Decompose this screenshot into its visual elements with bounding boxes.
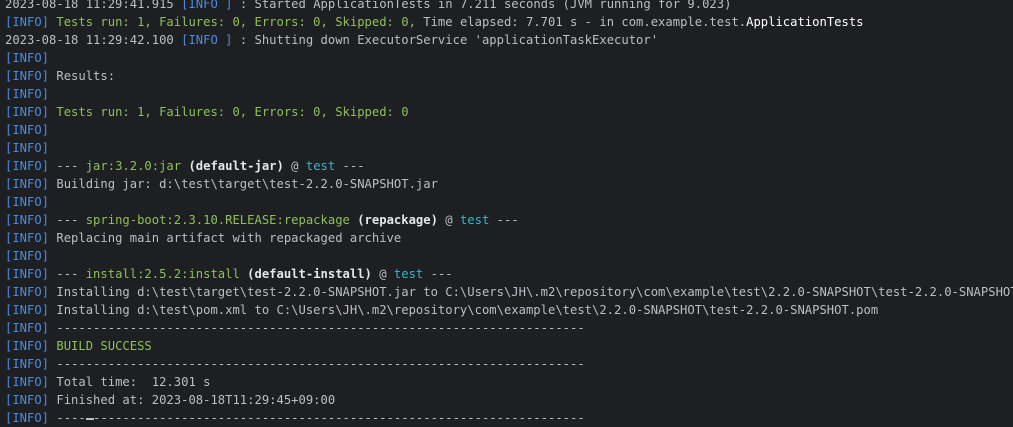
log-text: (default-install) [247,267,372,281]
log-text: --- [489,213,519,227]
log-text: 2023-08-18 11:29:42.100 [5,33,182,47]
terminal-output[interactable]: 2023-08-18 11:29:41.915 [INFO ] : Starte… [0,0,1013,427]
log-text: : Shutting down ExecutorService 'applica… [232,33,659,47]
log-text: BUILD SUCCESS [56,339,152,353]
log-level-tag: [INFO] [5,51,50,65]
log-text: Replacing main artifact with repackaged … [49,231,402,245]
log-text: ApplicationTests [746,15,864,29]
log-text: (default-jar) [188,159,284,173]
log-level-tag: [INFO] [5,141,50,155]
terminal-line: 2023-08-18 11:29:42.100 [INFO ] : Shutti… [0,31,1013,49]
log-text: ----------------------------------------… [49,411,585,425]
log-text: ----------------------------------------… [49,321,585,335]
log-level-tag: [INFO] [5,105,50,119]
log-text: (repackage) [357,213,438,227]
log-level-tag: [INFO ] [181,33,233,47]
log-level-tag: [INFO] [5,213,50,227]
log-text: --- [49,213,86,227]
log-text: test [305,159,336,173]
log-level-tag: [INFO] [5,267,50,281]
log-text: Installing d:\test\pom.xml to C:\Users\J… [49,303,879,317]
log-level-tag: [INFO] [5,411,50,425]
log-text: @ [283,159,306,173]
log-text: Tests run: 1, Failures: 0, Errors: 0, Sk… [56,15,416,29]
log-level-tag: [INFO] [5,87,50,101]
log-level-tag: [INFO] [5,285,50,299]
log-text: : Started ApplicationTests in 7.211 seco… [232,0,732,11]
terminal-line: [INFO] [0,85,1013,103]
log-level-tag: [INFO] [5,393,50,407]
log-level-tag: [INFO] [5,231,50,245]
terminal-line: [INFO] Replacing main artifact with repa… [0,229,1013,247]
terminal-line: 2023-08-18 11:29:41.915 [INFO ] : Starte… [0,0,1013,13]
log-text: Tests run: 1, Failures: 0, Errors: 0, Sk… [56,105,409,119]
log-text: ----------------------------------------… [49,357,585,371]
terminal-line: [INFO] [0,247,1013,265]
terminal-line: [INFO] ---------------------------------… [0,319,1013,337]
terminal-line: [INFO] ---------------------------------… [0,409,1013,427]
log-text: Installing d:\test\target\test-2.2.0-SNA… [49,285,1013,299]
log-text: 2023-08-18 11:29:41.915 [5,0,182,11]
log-text: @ [371,267,394,281]
terminal-line: [INFO] [0,139,1013,157]
terminal-line: [INFO] --- jar:3.2.0:jar (default-jar) @… [0,157,1013,175]
terminal-line: [INFO] Total time: 12.301 s [0,373,1013,391]
log-level-tag: [INFO] [5,249,50,263]
terminal-line: [INFO] Installing d:\test\pom.xml to C:\… [0,301,1013,319]
log-level-tag: [INFO] [5,321,50,335]
log-level-tag: [INFO] [5,123,50,137]
log-text: Time elapsed: 7.701 s - in com.example.t… [415,15,747,29]
log-level-tag: [INFO] [5,303,50,317]
log-level-tag: [INFO] [5,195,50,209]
terminal-line: [INFO] ---------------------------------… [0,355,1013,373]
log-text: spring-boot:2.3.10.RELEASE:repackage [85,213,350,227]
log-text: test [459,213,490,227]
log-text: jar:3.2.0:jar [85,159,182,173]
terminal-line: [INFO] [0,193,1013,211]
log-text: Finished at: 2023-08-18T11:29:45+09:00 [49,393,336,407]
log-text: --- [423,267,453,281]
terminal-line: [INFO] BUILD SUCCESS [0,337,1013,355]
terminal-line: [INFO] --- install:2.5.2:install (defaul… [0,265,1013,283]
log-text: --- [335,159,365,173]
log-level-tag: [INFO] [5,69,50,83]
terminal-line: [INFO] Finished at: 2023-08-18T11:29:45+… [0,391,1013,409]
log-level-tag: [INFO] [5,339,50,353]
log-level-tag: [INFO] [5,159,50,173]
terminal-line: [INFO] [0,121,1013,139]
terminal-line: [INFO] Tests run: 1, Failures: 0, Errors… [0,103,1013,121]
terminal-line: [INFO] Building jar: d:\test\target\test… [0,175,1013,193]
terminal-line: [INFO] Tests run: 1, Failures: 0, Errors… [0,13,1013,31]
log-text: install:2.5.2:install [85,267,240,281]
log-text: @ [437,213,460,227]
log-text: test [393,267,424,281]
log-level-tag: [INFO] [5,357,50,371]
log-level-tag: [INFO] [5,15,50,29]
log-level-tag: [INFO] [5,375,50,389]
log-level-tag: [INFO ] [181,0,233,11]
log-text: Results: [49,69,116,83]
log-level-tag: [INFO] [5,177,50,191]
log-text: Building jar: d:\test\target\test-2.2.0-… [49,177,438,191]
log-text: --- [49,159,86,173]
terminal-line: [INFO] [0,49,1013,67]
terminal-line: [INFO] --- spring-boot:2.3.10.RELEASE:re… [0,211,1013,229]
log-text: Total time: 12.301 s [49,375,211,389]
log-text: --- [49,267,86,281]
terminal-line: [INFO] Installing d:\test\target\test-2.… [0,283,1013,301]
terminal-line: [INFO] Results: [0,67,1013,85]
